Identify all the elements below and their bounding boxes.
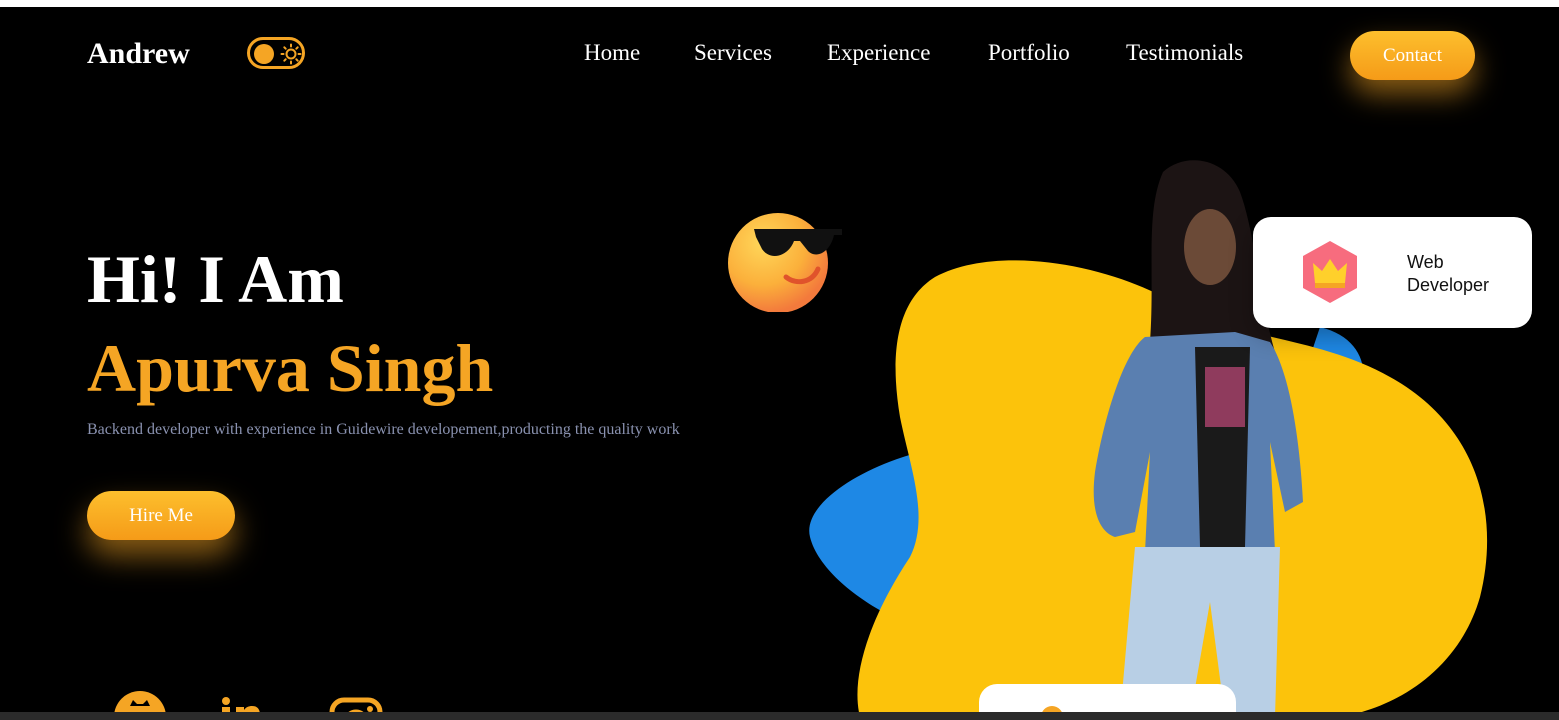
nav-home[interactable]: Home [584,40,640,66]
badge-label-line1: Web [1407,252,1444,272]
badge-label-line2: Developer [1407,275,1490,295]
crown-icon [1303,241,1357,303]
hero-greeting: Hi! I Am [87,241,344,317]
brand-logo[interactable]: Andrew [87,37,190,71]
badge-label: Web Developer [1407,251,1507,297]
contact-button[interactable]: Contact [1350,31,1475,80]
web-developer-badge: Web Developer [1253,217,1532,328]
github-icon[interactable] [113,690,167,712]
nav-portfolio[interactable]: Portfolio [988,40,1070,66]
nav-experience[interactable]: Experience [827,40,930,66]
hero-name: Apurva Singh [87,330,494,406]
instagram-icon[interactable] [329,697,383,712]
sun-icon [280,43,302,65]
toggle-knob [254,44,274,64]
nav-testimonials[interactable]: Testimonials [1126,40,1243,66]
nav-services[interactable]: Services [694,40,772,66]
bottom-badge-card [979,684,1236,712]
hero-page: Andrew Home Services Experience Portfoli… [0,7,1559,712]
cool-emoji-icon [728,213,842,312]
theme-toggle[interactable] [247,37,305,69]
linkedin-icon[interactable] [220,697,274,712]
window-bottom-bar [0,712,1559,720]
hero-description: Backend developer with experience in Gui… [87,421,680,438]
hire-me-button[interactable]: Hire Me [87,491,235,540]
